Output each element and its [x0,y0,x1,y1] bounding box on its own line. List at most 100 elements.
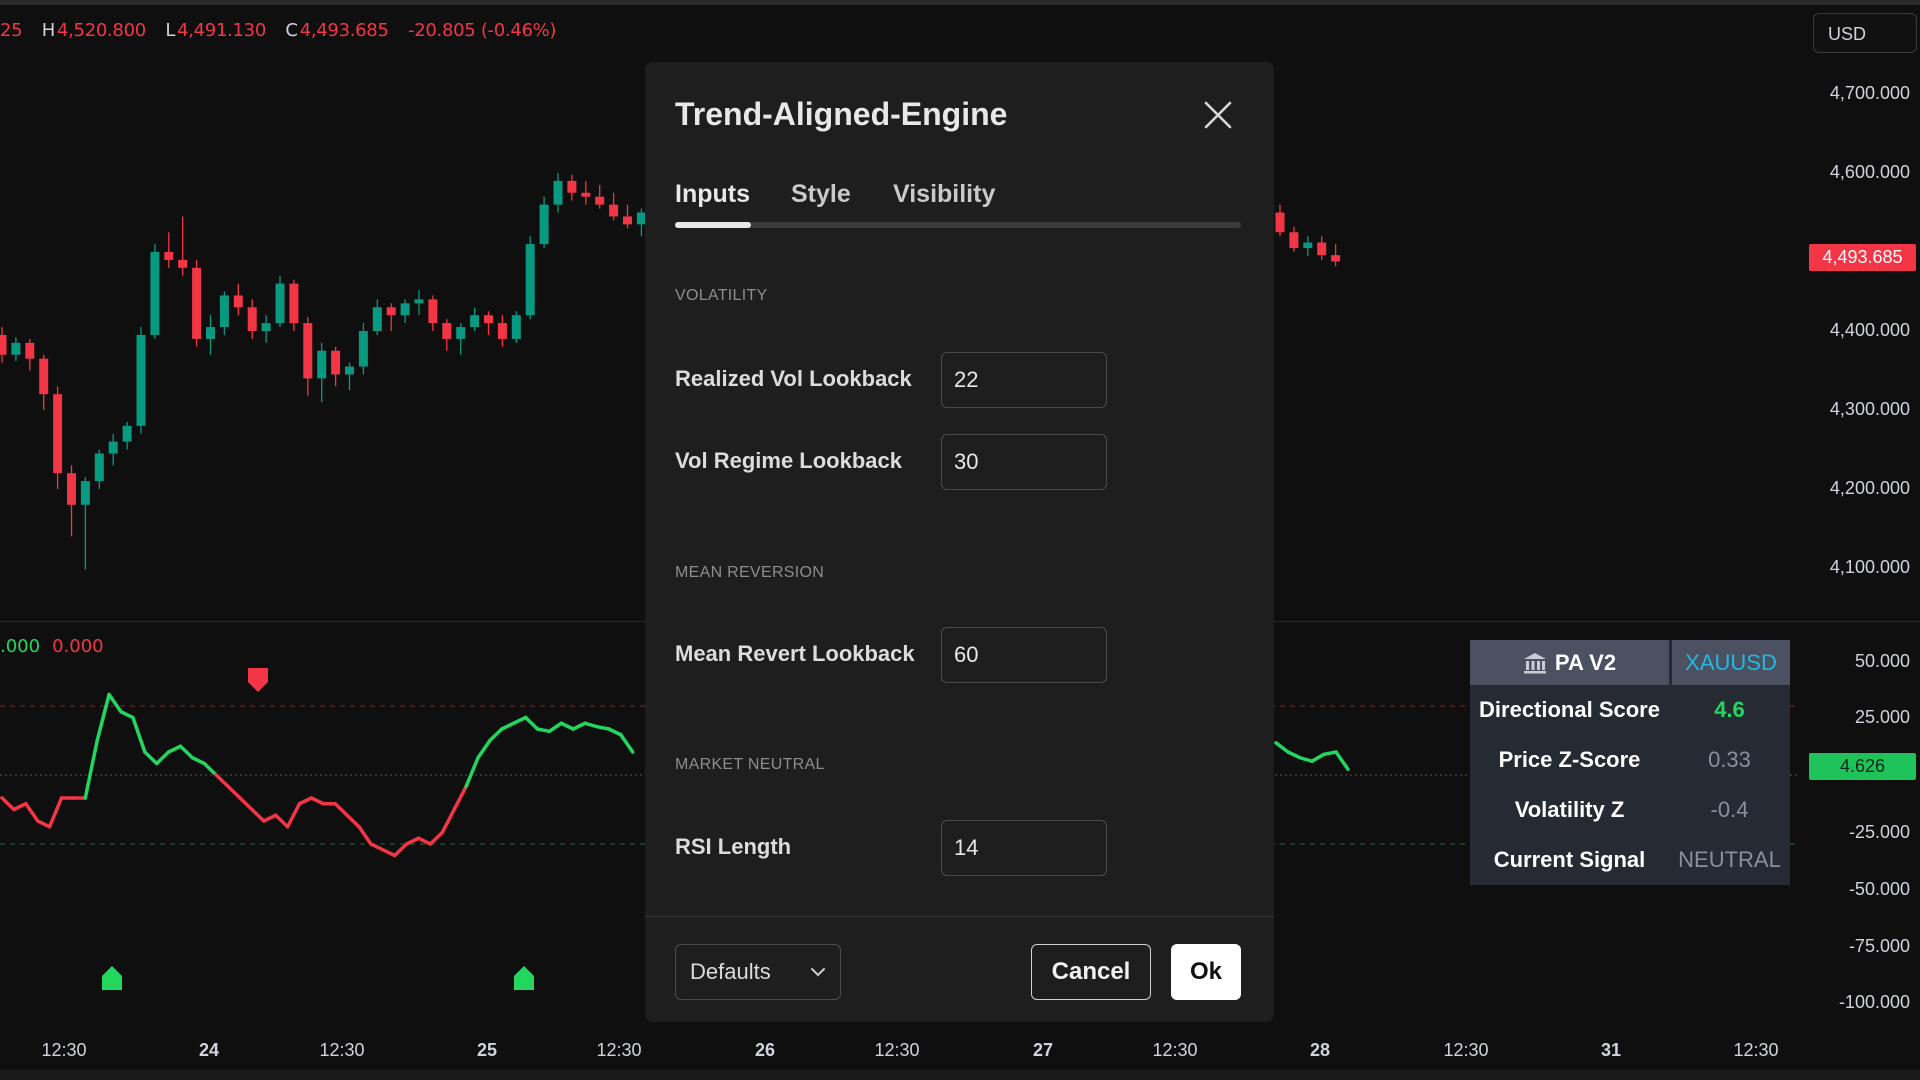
oscillator-segment [12,802,28,812]
candle-body [122,425,132,442]
oscillator-segment [24,802,40,823]
oscillator-segment [214,773,230,789]
high-label: H [41,20,56,41]
candle-body [108,441,118,454]
time-axis-label: 28 [1309,1040,1331,1060]
candle-body [67,473,76,505]
sell-signal-marker [248,668,268,692]
bottom-border [0,1070,1920,1080]
oscillator-segment [404,836,421,846]
oscillator-segment [1286,750,1302,760]
indicator-axis-label: -75.000 [1848,936,1910,956]
oscillator-segment [35,819,52,829]
vol-regime-label: Vol Regime Lookback [675,448,902,473]
oscillator-segment [464,756,480,789]
close-icon [1204,101,1232,129]
candle-body [1331,255,1341,262]
defaults-label: Defaults [690,959,771,984]
time-axis-label: 26 [754,1040,776,1060]
indicator-axis-label: -50.000 [1848,879,1910,899]
candle-body [164,252,174,260]
candle-body [39,358,49,395]
oscillator-segment [262,813,278,823]
volatility-z-label: Volatility Z [1514,797,1625,822]
candle-body [0,334,7,355]
tab-active-indicator [675,222,751,228]
oscillator-segment [273,813,290,829]
tab-style[interactable]: Style [791,180,851,209]
time-axis-label: 12:30 [1443,1040,1489,1060]
candle-body [345,366,354,375]
indicator-settings-dialog: Trend-Aligned-Engine Inputs Style Visibi… [645,62,1274,1022]
info-table-symbol: XAUUSD [1672,640,1790,685]
candle-body [553,180,563,205]
price-axis-label: 4,600.000 [1829,162,1910,182]
mean-revert-label: Mean Revert Lookback [675,641,915,666]
time-axis-label: 12:30 [874,1040,920,1060]
last-price-tag: 4,493.685 [1809,244,1916,271]
section-volatility: VOLATILITY [675,287,768,304]
rsi-length-input[interactable] [941,820,1107,876]
ohlc-header: 25 H 4,520.800 L 4,491.130 C 4,493.685 -20.… [0,18,558,44]
vol-regime-input[interactable] [941,434,1107,490]
price-axis-label: 4,200.000 [1829,478,1910,498]
oscillator-segment [0,796,16,812]
current-signal-value: NEUTRAL [1678,847,1781,872]
candle-body [192,267,202,339]
oscillator-segment [333,802,349,817]
oscillator-segment [392,842,409,858]
oscillator-segment [95,692,111,743]
candle-body [386,307,396,316]
oscillator-segment [47,796,64,829]
top-border [0,0,1920,5]
indicator-axis-label: 25.000 [1854,707,1910,727]
ok-button[interactable]: Ok [1171,944,1241,1000]
oscillator-segment [583,721,599,729]
buy-signal-marker [102,966,122,990]
oscillator-segment [166,744,183,754]
candle-body [247,307,257,331]
close-label: C [285,20,298,41]
oscillator-segment [107,692,123,714]
time-axis-label: 27 [1032,1040,1054,1060]
oscillator-segment [607,727,623,737]
info-table-title: PA V2 [1554,649,1617,675]
directional-score-label: Directional Score [1479,697,1660,722]
defaults-dropdown[interactable]: Defaults [675,944,841,1000]
time-axis-label: 25 [476,1040,498,1060]
time-axis-label: 12:30 [1152,1040,1198,1060]
oscillator-segment [309,796,326,806]
close-button[interactable] [1195,92,1241,138]
candle-body [595,196,605,205]
oscillator-segment [357,825,373,846]
directional-score-value: 4.6 [1714,697,1745,722]
mean-revert-input[interactable] [941,627,1107,683]
realized-vol-label: Realized Vol Lookback [675,366,912,391]
oscillator-segment [238,796,254,812]
bank-icon [1523,652,1546,673]
time-axis-label: 12:30 [1733,1040,1779,1060]
oscillator-segment [500,721,516,731]
candle-body [525,244,535,316]
oscillator-segment [1334,750,1350,771]
realized-vol-input[interactable] [941,352,1107,408]
candle-body [178,259,188,268]
candle-body [511,315,521,339]
dialog-tabs: Inputs Style Visibility [675,180,1241,230]
oscillator-segment [190,756,207,766]
cancel-button[interactable]: Cancel [1031,944,1151,1000]
candle-body [331,350,341,375]
candle-body [400,303,410,316]
oscillator-segment [571,721,587,731]
table-row: Volatility Z -0.4 [1470,785,1790,835]
tab-visibility[interactable]: Visibility [893,180,995,209]
oscillator-segment [131,715,147,754]
currency-button[interactable]: USD [1813,13,1917,53]
candle-body [53,394,63,474]
oscillator-segment [83,738,99,800]
buy-signal-marker [514,966,534,990]
candle-body [219,295,229,328]
candle-body [303,323,313,379]
tab-inputs[interactable]: Inputs [675,180,750,209]
indicator-axis-label: 50.000 [1854,651,1910,671]
